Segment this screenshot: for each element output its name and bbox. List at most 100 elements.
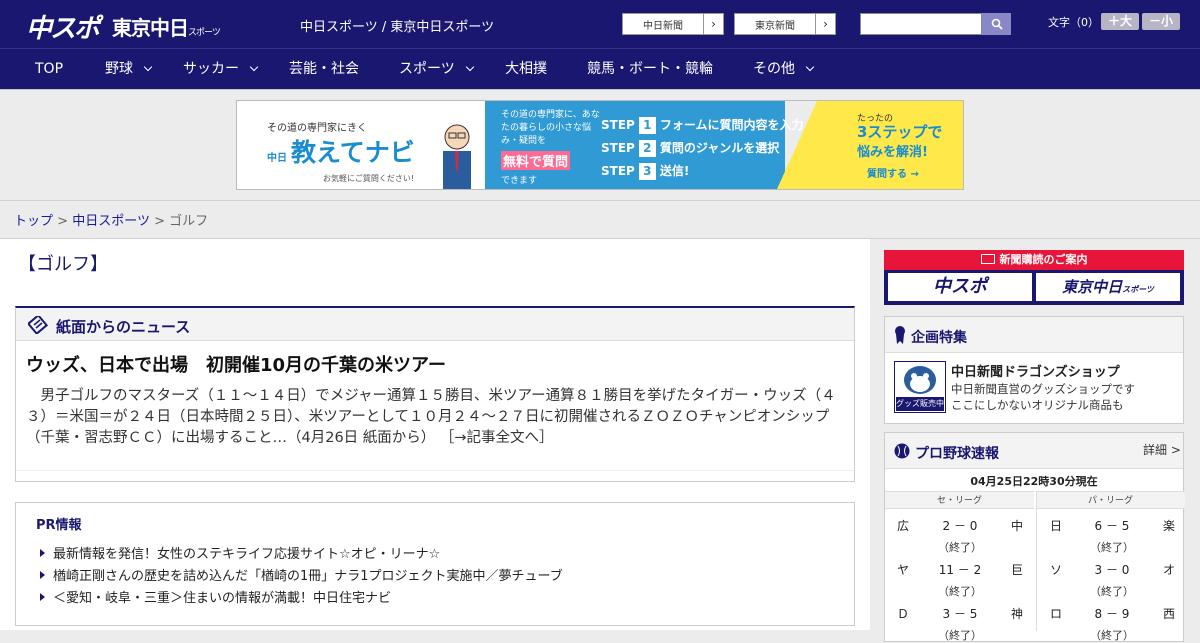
subscription-box: 新聞購読のご案内 中スポ 東京中日スポーツ — [884, 250, 1184, 305]
baseball-timestamp: 04月25日22時30分現在 — [970, 475, 1098, 488]
baseball-title: プロ野球速報 — [915, 446, 999, 462]
game-score[interactable]: 2 － 0 — [930, 517, 990, 534]
step-number: 2 — [638, 140, 656, 157]
feature-img-label: グッズ販売中 — [896, 397, 944, 411]
article-title[interactable]: ウッズ、日本で出場 初開催10月の千葉の米ツアー — [26, 351, 446, 377]
nav-label: スポーツ — [399, 61, 455, 77]
banner-right-text-3: 悩みを解消! — [857, 145, 928, 160]
pacific-league-header: パ・リーグ — [1036, 491, 1185, 509]
step-text: フォームに質問内容を入力 — [659, 118, 804, 132]
banner-mid-text2: できます — [501, 176, 538, 186]
site-title: 中日スポーツ / 東京中日スポーツ — [300, 20, 495, 35]
subscription-title: 新聞購読のご案内 — [999, 253, 1088, 266]
text-size-up-button[interactable]: ＋大 — [1101, 13, 1139, 30]
tokyo-logo-text: 東京中日 — [112, 16, 189, 40]
banner-brand-small: 中日 — [267, 153, 287, 164]
article-body: 男子ゴルフのマスターズ（１１～１４日）でメジャー通算１５勝目、米ツアー通算８１勝… — [26, 386, 846, 449]
dragons-shop-image[interactable]: グッズ販売中 — [894, 361, 946, 413]
team-name: 巨 — [1011, 563, 1024, 577]
team-name: 中 — [1011, 519, 1024, 533]
tokyo-shimbun-link[interactable]: 東京新聞 › — [734, 13, 836, 35]
banner-free-label: 無料で質問 — [501, 151, 571, 170]
subscribe-tokyo-chunichi-button[interactable]: 東京中日スポーツ — [1036, 273, 1180, 301]
nav-label: 野球 — [105, 61, 133, 77]
text-size-label: 文字（0） — [1048, 16, 1099, 29]
nav-item-top[interactable]: TOP — [35, 49, 63, 89]
tokyo-shimbun-label: 東京新聞 — [755, 20, 795, 32]
feature-header: 企画特集 — [885, 317, 1183, 353]
newspaper-icon — [980, 254, 995, 264]
banner-ask-link[interactable]: 質問する → — [867, 165, 919, 180]
chevron-right-icon: › — [703, 14, 723, 34]
subscribe-chuspo-button[interactable]: 中スポ — [888, 273, 1032, 301]
tokyo-logo-suffix: スポーツ — [188, 28, 221, 38]
banner-tagline: その道の専門家にきく — [267, 123, 367, 134]
text-size-down-button[interactable]: －小 — [1142, 13, 1180, 30]
feature-title: 企画特集 — [911, 330, 967, 346]
divider — [0, 200, 1200, 201]
newspaper-icon — [28, 316, 48, 334]
nav-item-entertainment[interactable]: 芸能・社会 — [289, 49, 359, 89]
oshiete-navi-banner[interactable]: その道の専門家にきく 中日 教えてナビ お気軽にご質問ください! その道の専門家に… — [236, 100, 964, 190]
banner-step-2: STEP 2 質問のジャンルを選択 — [601, 139, 779, 157]
banner-title-text: 教えてナビ — [291, 138, 415, 167]
nav-item-racing[interactable]: 競馬・ボート・競輪 — [587, 49, 713, 89]
game-score[interactable]: 3 － 5 — [930, 605, 990, 622]
search-input[interactable] — [860, 13, 982, 35]
paper-news-section: 紙面からのニュース ウッズ、日本で出場 初開催10月の千葉の米ツアー 男子ゴルフ… — [15, 306, 855, 482]
game-score[interactable]: 3 － 0 — [1082, 561, 1142, 578]
step-number: 3 — [638, 163, 656, 180]
pr-item[interactable]: ＜愛知・岐阜・三重＞住まいの情報が満載！中日住宅ナビ — [40, 587, 391, 606]
chevron-down-icon — [143, 62, 153, 72]
read-more-link[interactable]: ［→記事全文へ］ — [440, 430, 554, 446]
step-word: STEP — [601, 141, 635, 155]
pr-section: PR情報 最新情報を発信！女性のステキライフ応援サイト☆オピ・リーナ☆ 楢崎正剛… — [15, 502, 855, 626]
team-name: Ｄ — [897, 607, 910, 621]
step-word: STEP — [601, 118, 635, 132]
nav-item-sumo[interactable]: 大相撲 — [505, 49, 547, 89]
pr-item[interactable]: 最新情報を発信！女性のステキライフ応援サイト☆オピ・リーナ☆ — [40, 543, 440, 562]
game-score[interactable]: 6 － 5 — [1082, 517, 1142, 534]
chevron-down-icon — [805, 62, 815, 72]
subscribe-tokyo-label: 東京中日 — [1062, 278, 1123, 296]
banner-mid-text: その道の専門家に、あなたの暮らしの小さな悩み・疑問を — [501, 110, 600, 146]
chuspo-logo[interactable]: 中スポ — [26, 8, 100, 45]
pr-item[interactable]: 楢崎正剛さんの歴史を詰め込んだ「楢崎の1冊」ナラ1プロジェクト実施中／夢チューブ — [40, 565, 563, 584]
chevron-down-icon — [249, 62, 259, 72]
feature-item-desc: 中日新聞直営のグッズショップです ここにしかないオリジナル商品も — [951, 381, 1135, 413]
dragons-mascot-icon — [904, 366, 936, 394]
baseball-detail-link[interactable]: 詳細 > — [1143, 441, 1181, 458]
baseball-scores-box: プロ野球速報 詳細 > 04月25日22時30分現在 セ・リーグ パ・リーグ 広… — [884, 432, 1185, 642]
nav-label: TOP — [35, 61, 64, 77]
team-name: ロ — [1050, 607, 1063, 621]
game-score[interactable]: 11 － 2 — [930, 561, 990, 578]
nav-item-sports[interactable]: スポーツ — [399, 49, 474, 89]
feature-item-title[interactable]: 中日新聞ドラゴンズショップ — [951, 361, 1120, 380]
search-button[interactable] — [982, 13, 1011, 35]
search-icon — [991, 18, 1003, 30]
top-header: 中スポ 東京中日スポーツ 中日スポーツ / 東京中日スポーツ 中日新聞 › 東京… — [0, 0, 1200, 48]
game-score[interactable]: 8 － 9 — [1082, 605, 1142, 622]
chunichi-shimbun-link[interactable]: 中日新聞 › — [622, 13, 724, 35]
tokyo-chunichi-logo[interactable]: 東京中日スポーツ — [112, 12, 221, 41]
team-name: ヤ — [897, 563, 910, 577]
team-name: 日 — [1050, 519, 1063, 533]
banner-step-1: STEP 1 フォームに質問内容を入力 — [601, 116, 803, 134]
breadcrumb-chunichi-link[interactable]: 中日スポーツ — [72, 214, 150, 229]
nav-label: 競馬・ボート・競輪 — [587, 61, 713, 77]
breadcrumb: トップ > 中日スポーツ > ゴルフ — [14, 210, 208, 229]
nav-label: 大相撲 — [505, 61, 547, 77]
advisor-illustration-icon — [443, 124, 471, 189]
nav-item-baseball[interactable]: 野球 — [105, 49, 153, 89]
team-name: 西 — [1163, 607, 1176, 621]
nav-item-other[interactable]: その他 — [753, 49, 815, 89]
nav-item-soccer[interactable]: サッカー — [183, 49, 259, 89]
step-text: 送信! — [659, 164, 690, 178]
banner-left-panel: その道の専門家にきく 中日 教えてナビ お気軽にご質問ください! — [237, 101, 485, 189]
breadcrumb-top-link[interactable]: トップ — [14, 214, 53, 229]
subscribe-tokyo-suffix: スポーツ — [1122, 285, 1154, 294]
ribbon-icon — [895, 326, 905, 344]
team-name: オ — [1163, 563, 1176, 577]
feature-desc-line: ここにしかないオリジナル商品も — [951, 398, 1124, 412]
news-section-title: 紙面からのニュース — [56, 318, 191, 336]
